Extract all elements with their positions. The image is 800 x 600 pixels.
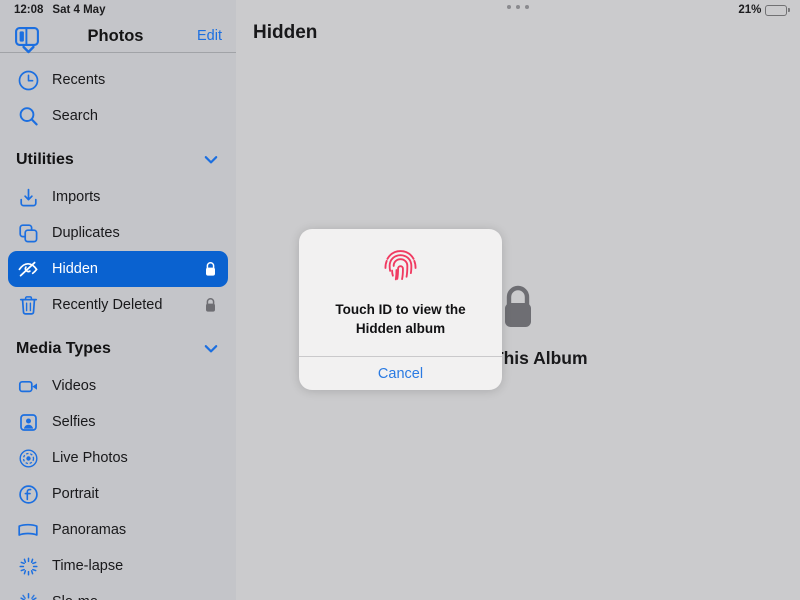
dialog-message-line2: Hidden album <box>355 320 446 336</box>
dialog-message-line1: Touch ID to view the <box>335 302 466 317</box>
status-bar: 12:08 Sat 4 May 21% <box>0 0 800 20</box>
status-bar-left: 12:08 Sat 4 May <box>0 4 105 16</box>
status-time: 12:08 <box>14 4 44 16</box>
battery-percent-label: 21% <box>738 4 762 16</box>
battery-icon <box>765 4 790 16</box>
photos-app-window: 12:08 Sat 4 May 21% Hidden View This Alb… <box>0 0 800 600</box>
touch-id-dialog: Touch ID to view the Hidden album Cancel <box>299 229 502 391</box>
touch-id-fingerprint-icon <box>384 250 417 281</box>
status-bar-right: 21% <box>738 4 800 16</box>
dialog-message: Touch ID to view the Hidden album <box>335 301 465 338</box>
status-date: Sat 4 May <box>52 4 106 16</box>
dialog-body: Touch ID to view the Hidden album <box>299 229 502 356</box>
cancel-button[interactable]: Cancel <box>299 357 502 390</box>
